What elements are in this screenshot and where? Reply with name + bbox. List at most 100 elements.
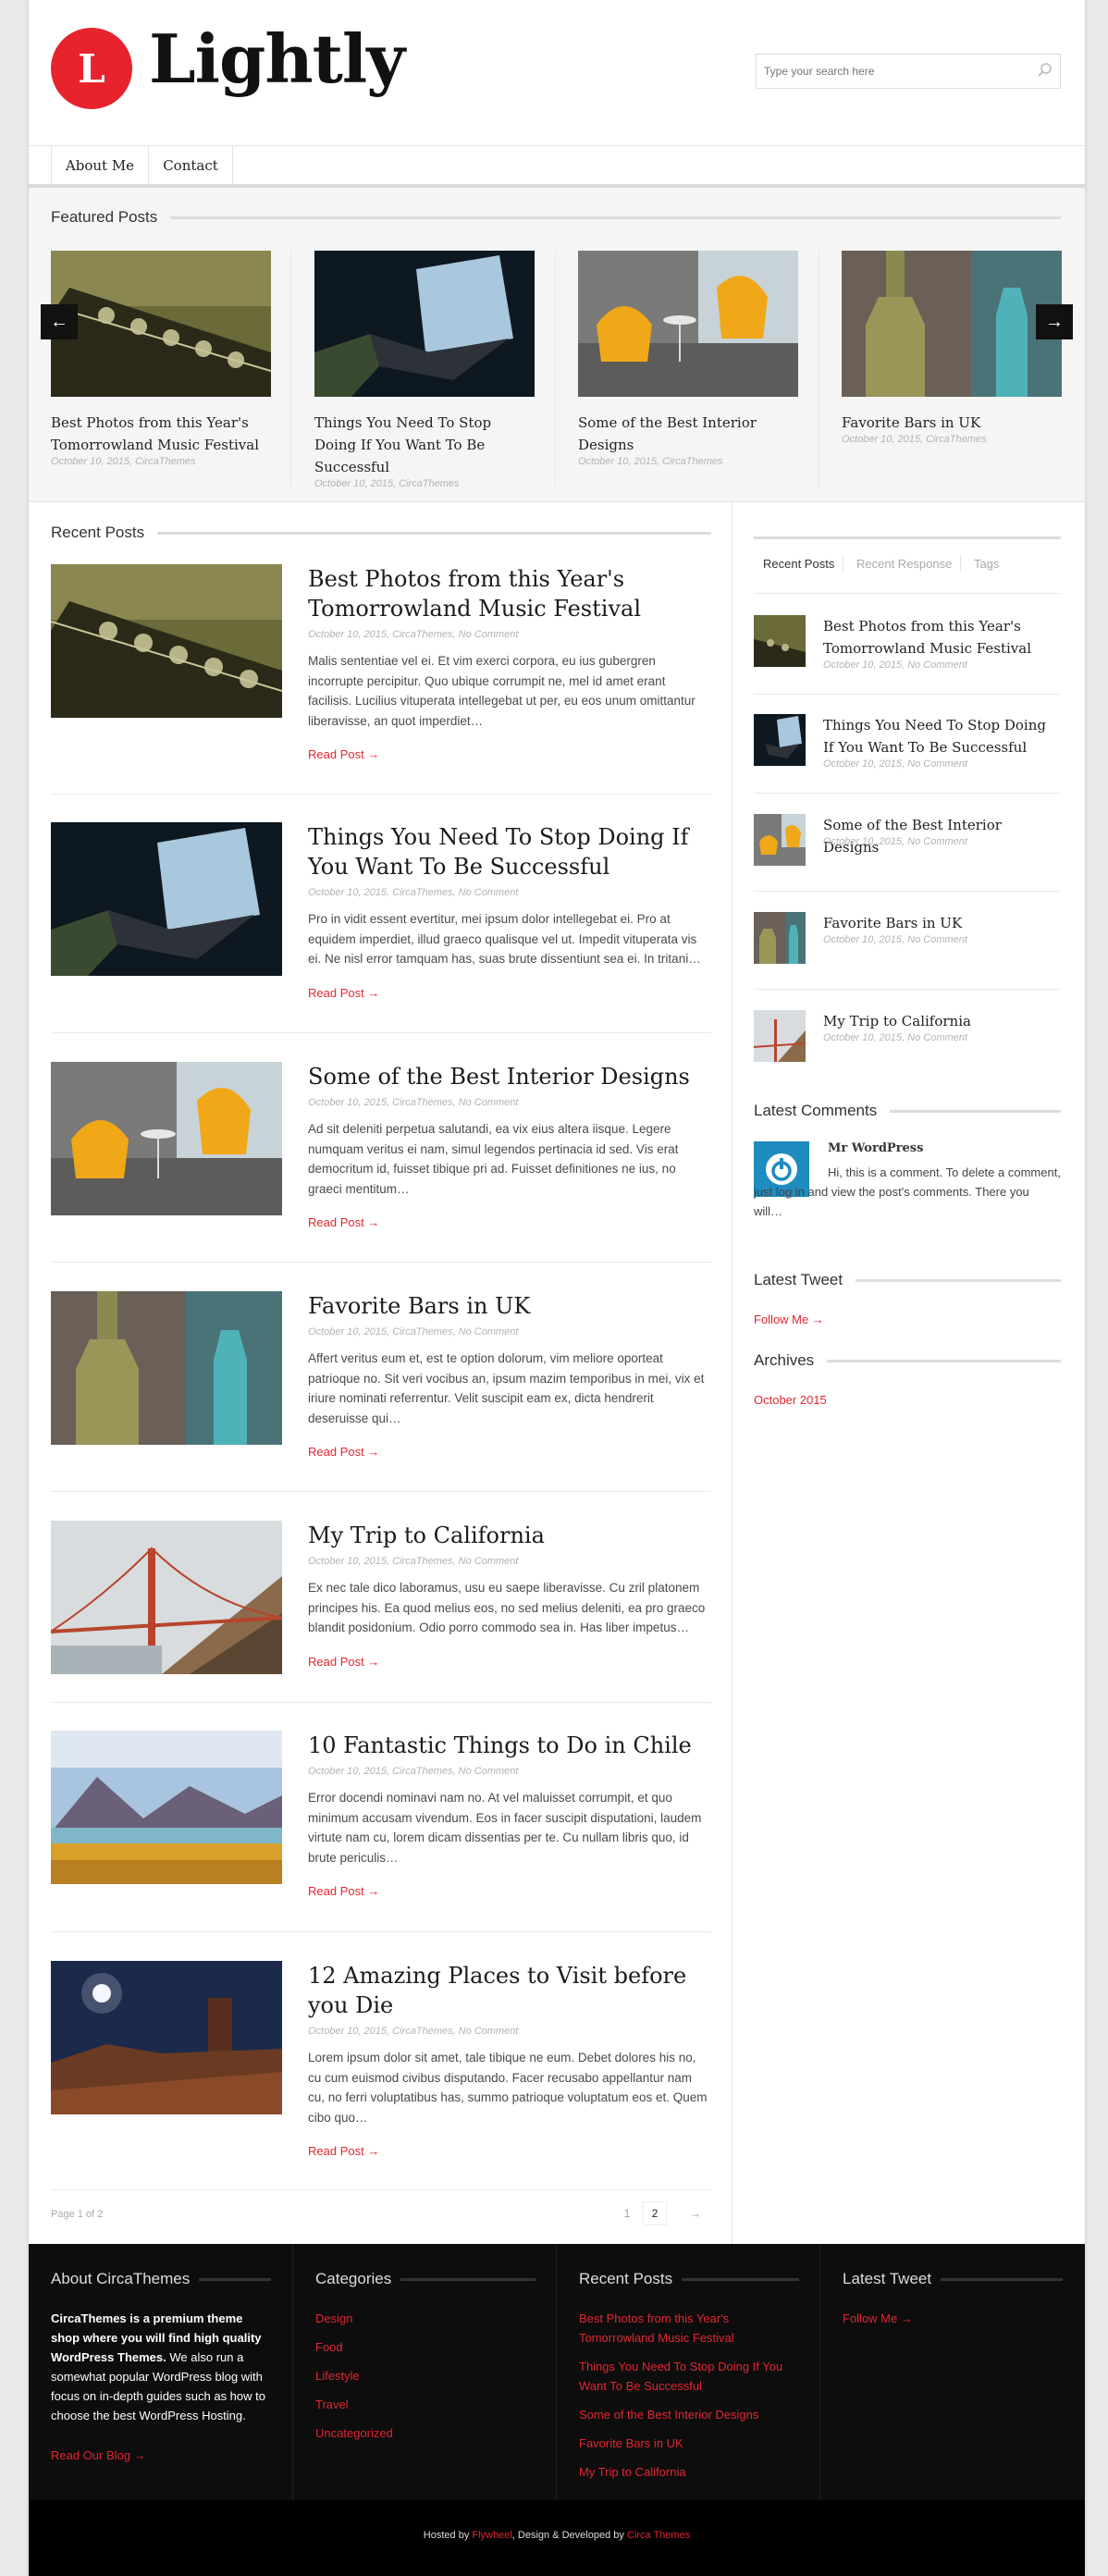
sidebar-post[interactable]: Some of the Best Interior Designs Octobe… [754, 814, 1061, 869]
tab-recent-response[interactable]: Recent Response [856, 557, 952, 571]
featured-item[interactable]: Things You Need To Stop Doing If You Wan… [314, 251, 536, 489]
host-link[interactable]: Flywheel [472, 2530, 511, 2541]
category-link[interactable]: Travel [315, 2395, 536, 2414]
post-author[interactable]: CircaThemes [662, 456, 722, 467]
post-title[interactable]: Favorite Bars in UK [308, 1291, 711, 1321]
search-input[interactable] [756, 54, 1061, 89]
sidebar-post[interactable]: Best Photos from this Year's Tomorrowlan… [754, 615, 1061, 680]
post-comments[interactable]: No Comment [459, 1556, 519, 1567]
post-author[interactable]: CircaThemes [392, 1097, 452, 1108]
post-comments[interactable]: No Comment [907, 836, 967, 847]
post-title[interactable]: Some of the Best Interior Designs [308, 1062, 711, 1091]
post-comments[interactable]: No Comment [459, 887, 519, 898]
category-link[interactable]: Design [315, 2309, 536, 2328]
post-title[interactable]: 10 Fantastic Things to Do in Chile [308, 1731, 711, 1760]
tab-tags[interactable]: Tags [974, 557, 999, 571]
featured-item[interactable]: Best Photos from this Year's Tomorrowlan… [51, 251, 273, 467]
nav-item-about[interactable]: About Me [51, 146, 149, 185]
archive-link-october-2015[interactable]: October 2015 [754, 1393, 827, 1407]
featured-title[interactable]: Some of the Best Interior Designs [578, 412, 800, 456]
read-post-link[interactable]: Read Post → [308, 1655, 711, 1669]
post-comments[interactable]: No Comment [459, 1766, 519, 1777]
sidebar-post[interactable]: Things You Need To Stop Doing If You Wan… [754, 714, 1061, 779]
post-comments[interactable]: No Comment [459, 1326, 519, 1337]
post-image-desert-night[interactable] [51, 1961, 282, 2114]
sidebar-post-title[interactable]: My Trip to California [823, 1010, 1061, 1032]
footer-recent-link[interactable]: My Trip to California [579, 2462, 799, 2482]
sidebar-thumb-guitar[interactable] [754, 615, 806, 667]
post-author[interactable]: CircaThemes [392, 1556, 452, 1567]
read-post-link[interactable]: Read Post → [308, 986, 711, 1000]
post-image-bottle[interactable] [51, 1291, 282, 1445]
comment-author[interactable]: Mr WordPress [828, 1141, 923, 1155]
sidebar-thumb-bridge[interactable] [754, 1010, 806, 1062]
featured-title[interactable]: Things You Need To Stop Doing If You Wan… [314, 412, 536, 478]
post-title[interactable]: 12 Amazing Places to Visit before you Di… [308, 1961, 711, 2020]
post-comments[interactable]: No Comment [907, 659, 967, 671]
post-comments[interactable]: No Comment [907, 758, 967, 770]
post-image-laptop[interactable] [51, 822, 282, 976]
post-image-mountains[interactable] [51, 1731, 282, 1884]
post-image-guitar[interactable] [51, 564, 282, 718]
post-title[interactable]: My Trip to California [308, 1521, 711, 1550]
logo-badge[interactable]: L [51, 28, 132, 109]
post-comments[interactable]: No Comment [459, 1097, 519, 1108]
footer-recent-link[interactable]: Things You Need To Stop Doing If You Wan… [579, 2357, 799, 2396]
post-comments[interactable]: No Comment [459, 629, 519, 640]
search-icon[interactable] [1037, 62, 1053, 79]
designer-link[interactable]: Circa Themes [627, 2530, 690, 2541]
post-title[interactable]: Best Photos from this Year's Tomorrowlan… [308, 564, 711, 623]
post-title[interactable]: Things You Need To Stop Doing If You Wan… [308, 822, 711, 881]
featured-item[interactable]: Favorite Bars in UK October 10, 2015, Ci… [842, 251, 1064, 445]
read-post-link[interactable]: Read Post → [308, 1215, 711, 1229]
post-author[interactable]: CircaThemes [135, 456, 195, 467]
post-image-bridge[interactable] [51, 1521, 282, 1674]
featured-image-bottle[interactable] [842, 251, 1062, 397]
page-link-2[interactable]: 2 [643, 2201, 667, 2225]
category-link[interactable]: Food [315, 2337, 536, 2357]
follow-me-link[interactable]: Follow Me → [754, 1313, 824, 1326]
sidebar-post-title[interactable]: Favorite Bars in UK [823, 912, 1061, 934]
read-post-link[interactable]: Read Post → [308, 747, 711, 761]
site-title[interactable]: Lightly [149, 26, 405, 92]
post-author[interactable]: CircaThemes [392, 887, 452, 898]
sidebar-thumb-interior[interactable] [754, 814, 806, 866]
featured-item[interactable]: Some of the Best Interior Designs Octobe… [578, 251, 800, 467]
nav-item-contact[interactable]: Contact [148, 146, 233, 185]
post-author[interactable]: CircaThemes [399, 478, 459, 489]
post-author[interactable]: CircaThemes [392, 1766, 452, 1777]
post-comments[interactable]: No Comment [907, 1032, 967, 1043]
comment-text[interactable]: Hi, this is a comment. To delete a comme… [754, 1163, 1061, 1221]
post-comments[interactable]: No Comment [459, 2026, 519, 2037]
post-comments[interactable]: No Comment [907, 934, 967, 945]
footer-recent-link[interactable]: Some of the Best Interior Designs [579, 2405, 799, 2424]
sidebar-post-title[interactable]: Things You Need To Stop Doing If You Wan… [823, 714, 1061, 758]
category-link[interactable]: Lifestyle [315, 2366, 536, 2385]
read-post-link[interactable]: Read Post → [308, 1884, 711, 1898]
page-link-1[interactable]: 1 [615, 2201, 639, 2225]
post-author[interactable]: CircaThemes [392, 629, 452, 640]
read-post-link[interactable]: Read Post → [308, 1445, 711, 1459]
sidebar-post[interactable]: My Trip to California October 10, 2015, … [754, 1010, 1061, 1066]
page-next-button[interactable]: → [683, 2201, 708, 2225]
sidebar-post-title[interactable]: Best Photos from this Year's Tomorrowlan… [823, 615, 1061, 659]
post-author[interactable]: CircaThemes [392, 2026, 452, 2037]
category-link[interactable]: Uncategorized [315, 2423, 536, 2443]
featured-title[interactable]: Favorite Bars in UK [842, 412, 1064, 434]
featured-image-laptop[interactable] [314, 251, 535, 397]
footer-follow-me-link[interactable]: Follow Me → [843, 2309, 1063, 2328]
read-our-blog-link[interactable]: Read Our Blog → [51, 2446, 271, 2465]
footer-recent-link[interactable]: Best Photos from this Year's Tomorrowlan… [579, 2309, 799, 2348]
post-author[interactable]: CircaThemes [392, 1326, 452, 1337]
slider-next-button[interactable]: → [1036, 304, 1073, 339]
sidebar-thumb-laptop[interactable] [754, 714, 806, 766]
featured-title[interactable]: Best Photos from this Year's Tomorrowlan… [51, 412, 273, 456]
tab-recent-posts[interactable]: Recent Posts [763, 557, 834, 571]
featured-image-guitar[interactable] [51, 251, 271, 397]
featured-image-interior[interactable] [578, 251, 798, 397]
footer-recent-link[interactable]: Favorite Bars in UK [579, 2434, 799, 2453]
slider-prev-button[interactable]: ← [41, 304, 78, 339]
sidebar-post[interactable]: Favorite Bars in UK October 10, 2015, No… [754, 912, 1061, 968]
read-post-link[interactable]: Read Post → [308, 2144, 711, 2158]
post-image-interior[interactable] [51, 1062, 282, 1215]
